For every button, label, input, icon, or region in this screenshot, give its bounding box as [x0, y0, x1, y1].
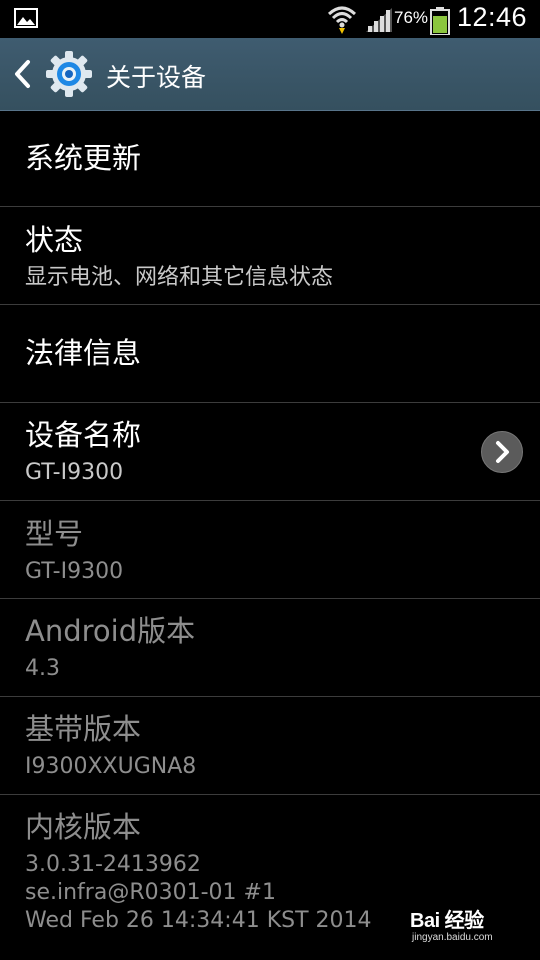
page-title: 关于设备 [106, 63, 207, 92]
list-item-device-name[interactable]: 设备名称 GT-I9300 [0, 403, 540, 501]
list-item-subtitle: 4.3 [25, 656, 60, 681]
chevron-right-icon[interactable] [481, 431, 523, 473]
list-item-title: 基带版本 [25, 712, 142, 746]
list-item-subtitle-line: se.infra@R0301-01 #1 [25, 880, 276, 905]
action-bar: 关于设备 [0, 38, 540, 111]
list-item-model: 型号 GT-I9300 [0, 501, 540, 599]
list-item-title: Android版本 [25, 614, 196, 648]
wifi-icon [327, 4, 357, 38]
signal-icon [366, 8, 392, 36]
list-item-subtitle: I9300XXUGNA8 [25, 754, 197, 779]
list-item-subtitle-line: 3.0.31-2413962 [25, 852, 201, 877]
status-bar: 76% 12:46 [0, 0, 540, 38]
watermark-logo: Bai 经验 [410, 910, 484, 932]
watermark-url: jingyan.baidu.com [412, 932, 493, 943]
list-item-title: 内核版本 [25, 810, 142, 844]
baidu-watermark: Bai 经验 jingyan.baidu.com [410, 904, 522, 948]
image-icon [14, 8, 38, 32]
list-item-title: 法律信息 [25, 336, 142, 370]
list-item-title: 设备名称 [25, 418, 142, 452]
battery-percent: 76% [394, 8, 429, 27]
list-item-title: 状态 [25, 223, 84, 257]
settings-gear-icon[interactable] [45, 50, 93, 102]
settings-list: 系统更新 状态 显示电池、网络和其它信息状态 法律信息 设备名称 GT-I930… [0, 111, 540, 960]
list-item-subtitle: GT-I9300 [25, 559, 124, 584]
list-item-title: 系统更新 [25, 141, 142, 175]
list-item-status[interactable]: 状态 显示电池、网络和其它信息状态 [0, 207, 540, 305]
list-item-system-update[interactable]: 系统更新 [0, 111, 540, 207]
battery-icon [430, 7, 450, 39]
list-item-title: 型号 [25, 517, 84, 551]
list-item-android-version: Android版本 4.3 [0, 599, 540, 697]
list-item-subtitle: GT-I9300 [25, 460, 124, 485]
list-item-subtitle: 显示电池、网络和其它信息状态 [25, 265, 334, 290]
clock: 12:46 [457, 2, 528, 32]
back-icon[interactable] [12, 59, 32, 93]
list-item-legal[interactable]: 法律信息 [0, 305, 540, 403]
list-item-baseband-version: 基带版本 I9300XXUGNA8 [0, 697, 540, 795]
